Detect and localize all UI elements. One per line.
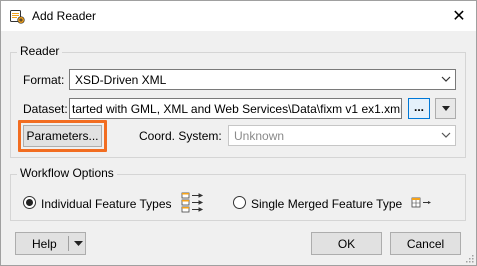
- cancel-label: Cancel: [406, 236, 445, 251]
- dataset-dropdown-button[interactable]: [435, 98, 456, 119]
- ok-label: OK: [337, 236, 356, 251]
- cancel-button[interactable]: Cancel: [390, 232, 461, 255]
- help-split-divider: [68, 236, 69, 251]
- individual-feature-types-label[interactable]: Individual Feature Types: [41, 197, 172, 211]
- chevron-down-icon: [441, 132, 451, 138]
- dataset-input[interactable]: tarted with GML, XML and Web Services\Da…: [69, 98, 402, 119]
- single-merged-feature-type-radio[interactable]: [233, 196, 246, 209]
- coord-system-select[interactable]: Unknown: [228, 125, 456, 146]
- browse-icon: ...: [413, 99, 424, 114]
- coord-system-value: Unknown: [234, 129, 285, 143]
- triangle-down-icon[interactable]: [74, 241, 83, 247]
- help-button[interactable]: Help: [15, 232, 86, 255]
- single-merged-feature-type-label[interactable]: Single Merged Feature Type: [251, 197, 402, 211]
- format-value: XSD-Driven XML: [75, 73, 167, 87]
- parameters-label: Parameters...: [26, 129, 99, 143]
- radio-selected-dot: [26, 199, 33, 206]
- reader-add-icon: [10, 10, 25, 24]
- close-icon: ✕: [452, 8, 466, 25]
- individual-feature-types-icon: [181, 192, 204, 213]
- close-button[interactable]: ✕: [442, 1, 476, 31]
- workflow-group-label: Workflow Options: [17, 166, 117, 180]
- triangle-down-icon: [441, 105, 450, 111]
- browse-button[interactable]: ...: [408, 98, 430, 119]
- window-title: Add Reader: [32, 9, 97, 23]
- format-label: Format:: [23, 73, 65, 87]
- coord-system-label: Coord. System:: [139, 129, 222, 143]
- add-reader-dialog: Add Reader ✕ Reader Format: XSD-Driven X…: [0, 0, 477, 266]
- resize-grip-icon[interactable]: [464, 253, 474, 263]
- format-select[interactable]: XSD-Driven XML: [69, 69, 456, 90]
- individual-feature-types-radio[interactable]: [23, 196, 36, 209]
- chevron-down-icon: [441, 76, 451, 82]
- single-merged-feature-type-icon: [411, 197, 431, 208]
- title-bar[interactable]: Add Reader ✕: [1, 1, 476, 31]
- parameters-button[interactable]: Parameters...: [23, 125, 102, 147]
- ok-button[interactable]: OK: [311, 232, 382, 255]
- dataset-value: tarted with GML, XML and Web Services\Da…: [72, 102, 402, 116]
- reader-group-label: Reader: [17, 44, 63, 58]
- help-label: Help: [32, 236, 57, 251]
- dataset-label: Dataset:: [23, 102, 68, 116]
